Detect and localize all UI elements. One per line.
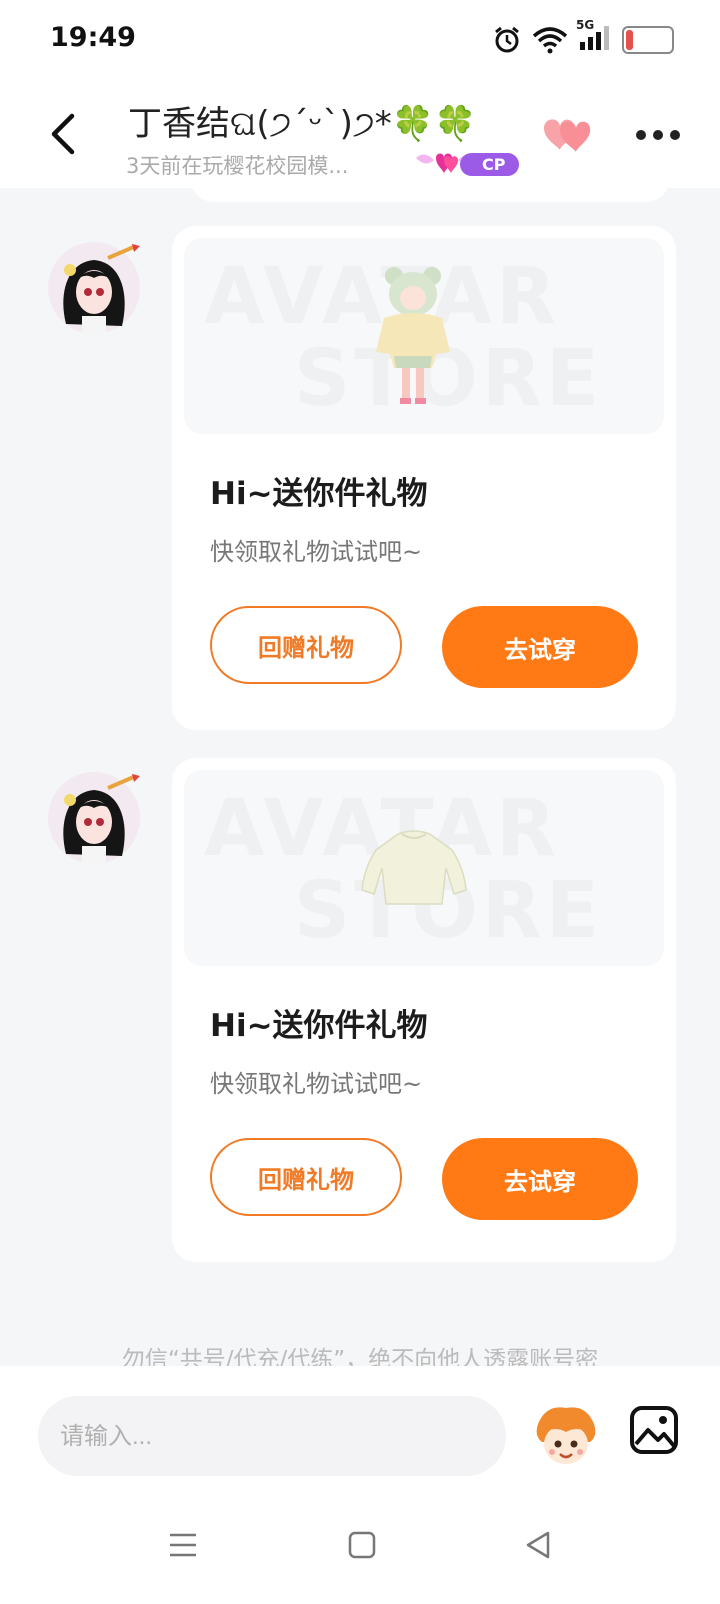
back-icon[interactable] [44,112,84,156]
card-description: 快领取礼物试试吧~ [210,538,423,566]
return-gift-button[interactable]: 回赠礼物 [210,606,402,684]
gift-image[interactable]: AVATAR STORE [184,770,664,966]
card-description: 快领取礼物试试吧~ [210,1070,423,1098]
battery-text: 18 [636,30,660,49]
sender-avatar[interactable] [48,772,140,864]
message-input[interactable] [58,1396,482,1478]
menu-icon[interactable] [168,1530,198,1560]
status-time: 19:49 [50,22,136,53]
return-gift-button[interactable]: 回赠礼物 [210,1138,402,1216]
card-title: Hi~送你件礼物 [210,476,428,512]
back-triangle-icon[interactable] [524,1530,552,1560]
try-on-button[interactable]: 去试穿 [442,1138,638,1220]
home-icon[interactable] [348,1530,376,1560]
card-title: Hi~送你件礼物 [210,1008,428,1044]
chat-subtitle: 3天前在玩樱花校园模... [126,154,349,178]
signal-icon: 5G [576,18,612,56]
status-bar: 19:49 5G 18 [0,0,720,82]
battery-icon: 18 [622,26,674,54]
system-nav-bar [0,1500,720,1604]
cp-label: CP [460,152,520,176]
message-input-box[interactable] [38,1396,506,1478]
image-icon[interactable] [628,1404,680,1456]
network-type: 5G [576,18,595,32]
gift-card: AVATAR STORE Hi~送你件礼物 快领取礼物试试吧~ 回赠礼物 去试穿 [172,226,676,730]
more-options-button[interactable] [636,130,680,140]
previous-message-card [190,178,670,202]
hearts-icon[interactable] [540,112,596,156]
mascot-emoji-icon[interactable] [532,1402,600,1470]
try-on-button[interactable]: 去试穿 [442,606,638,688]
chat-title: 丁香结ଘ(੭ˊᵕˋ)੭*🍀🍀 [128,104,477,144]
gift-image[interactable]: AVATAR STORE [184,238,664,434]
wifi-icon [532,27,568,54]
cp-badge[interactable]: CP [414,148,520,180]
safety-notice: 勿信“共号/代充/代练”，绝不向他人透露账号密 [121,1347,599,1368]
chat-header: 丁香结ଘ(੭ˊᵕˋ)੭*🍀🍀 3天前在玩樱花校园模... CP [0,82,720,188]
bear-hoodie-icon [376,267,450,404]
gift-card: AVATAR STORE Hi~送你件礼物 快领取礼物试试吧~ 回赠礼物 去试穿 [172,758,676,1262]
alarm-icon [495,26,519,53]
sweater-icon [361,830,467,905]
status-icons: 5G 18 [492,18,674,56]
sender-avatar[interactable] [48,242,140,334]
